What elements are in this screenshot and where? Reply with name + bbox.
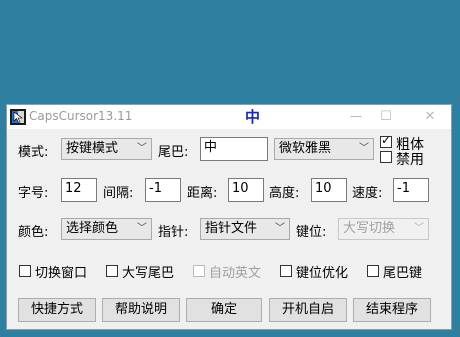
height-input[interactable]: 10: [311, 178, 347, 202]
tail-input[interactable]: 中: [200, 137, 268, 161]
speed-label: 速度:: [352, 186, 383, 201]
exit-button[interactable]: 结束程序: [353, 298, 431, 322]
pointer-select[interactable]: 指针文件 ﹀: [200, 218, 290, 240]
tail-key-label: 尾巴键: [383, 266, 423, 281]
mode-select[interactable]: 按键模式 ﹀: [61, 138, 152, 160]
auto-english-checkbox[interactable]: [193, 265, 205, 277]
title-bar[interactable]: CapsCursor13.11 中 — ☐ ✕: [7, 105, 451, 129]
chevron-down-icon: ﹀: [137, 143, 147, 154]
mode-select-value: 按键模式: [66, 141, 119, 156]
spacing-label: 间隔:: [103, 186, 134, 201]
distance-input[interactable]: 10: [228, 178, 264, 202]
speed-input[interactable]: -1: [393, 178, 429, 202]
height-label: 高度:: [269, 186, 300, 201]
chevron-down-icon: ﹀: [137, 223, 147, 234]
keypos-select[interactable]: 大写切换 ﹀: [338, 218, 429, 240]
distance-label: 距离:: [187, 186, 218, 201]
color-label: 颜色:: [18, 225, 49, 240]
bold-checkbox[interactable]: [380, 133, 392, 148]
spacing-input[interactable]: -1: [145, 178, 181, 202]
caps-tail-label: 大写尾巴: [122, 266, 175, 281]
ok-button[interactable]: 确定: [186, 298, 262, 322]
title-tail-char: 中: [245, 108, 261, 126]
pointer-select-value: 指针文件: [205, 221, 258, 236]
window-title: CapsCursor13.11: [29, 109, 133, 123]
mode-label: 模式:: [18, 145, 49, 160]
autostart-button[interactable]: 开机自启: [269, 298, 347, 322]
font-size-label: 字号:: [18, 186, 49, 201]
pointer-label: 指针:: [158, 225, 189, 240]
maximize-button[interactable]: ☐: [371, 107, 401, 127]
caps-tail-checkbox[interactable]: [106, 265, 118, 277]
keypos-opt-label: 键位优化: [296, 266, 349, 281]
app-icon: [10, 109, 26, 125]
disable-label: 禁用: [396, 152, 424, 168]
keypos-select-value: 大写切换: [343, 221, 396, 236]
switch-window-checkbox[interactable]: [19, 265, 31, 277]
keypos-label: 键位:: [296, 225, 327, 240]
disable-checkbox[interactable]: [380, 151, 392, 163]
tail-key-checkbox[interactable]: [367, 265, 379, 277]
close-button[interactable]: ✕: [415, 107, 445, 127]
auto-english-label: 自动英文: [209, 266, 262, 281]
chevron-down-icon: ﹀: [359, 143, 369, 154]
tail-label: 尾巴:: [158, 145, 189, 160]
chevron-down-icon: ﹀: [275, 223, 285, 234]
color-select-value: 选择颜色: [66, 221, 119, 236]
help-button[interactable]: 帮助说明: [102, 298, 180, 322]
font-size-input[interactable]: 12: [61, 178, 97, 202]
minimize-button[interactable]: —: [341, 107, 371, 127]
font-select[interactable]: 微软雅黑 ﹀: [274, 138, 374, 160]
shortcut-button[interactable]: 快捷方式: [18, 298, 96, 322]
color-select[interactable]: 选择颜色 ﹀: [61, 218, 152, 240]
chevron-down-icon: ﹀: [414, 223, 424, 234]
font-select-value: 微软雅黑: [279, 141, 332, 156]
switch-window-label: 切换窗口: [35, 266, 88, 281]
capscursor-window: CapsCursor13.11 中 — ☐ ✕ 模式: 按键模式 ﹀ 尾巴: 中…: [6, 104, 452, 330]
keypos-opt-checkbox[interactable]: [280, 265, 292, 277]
